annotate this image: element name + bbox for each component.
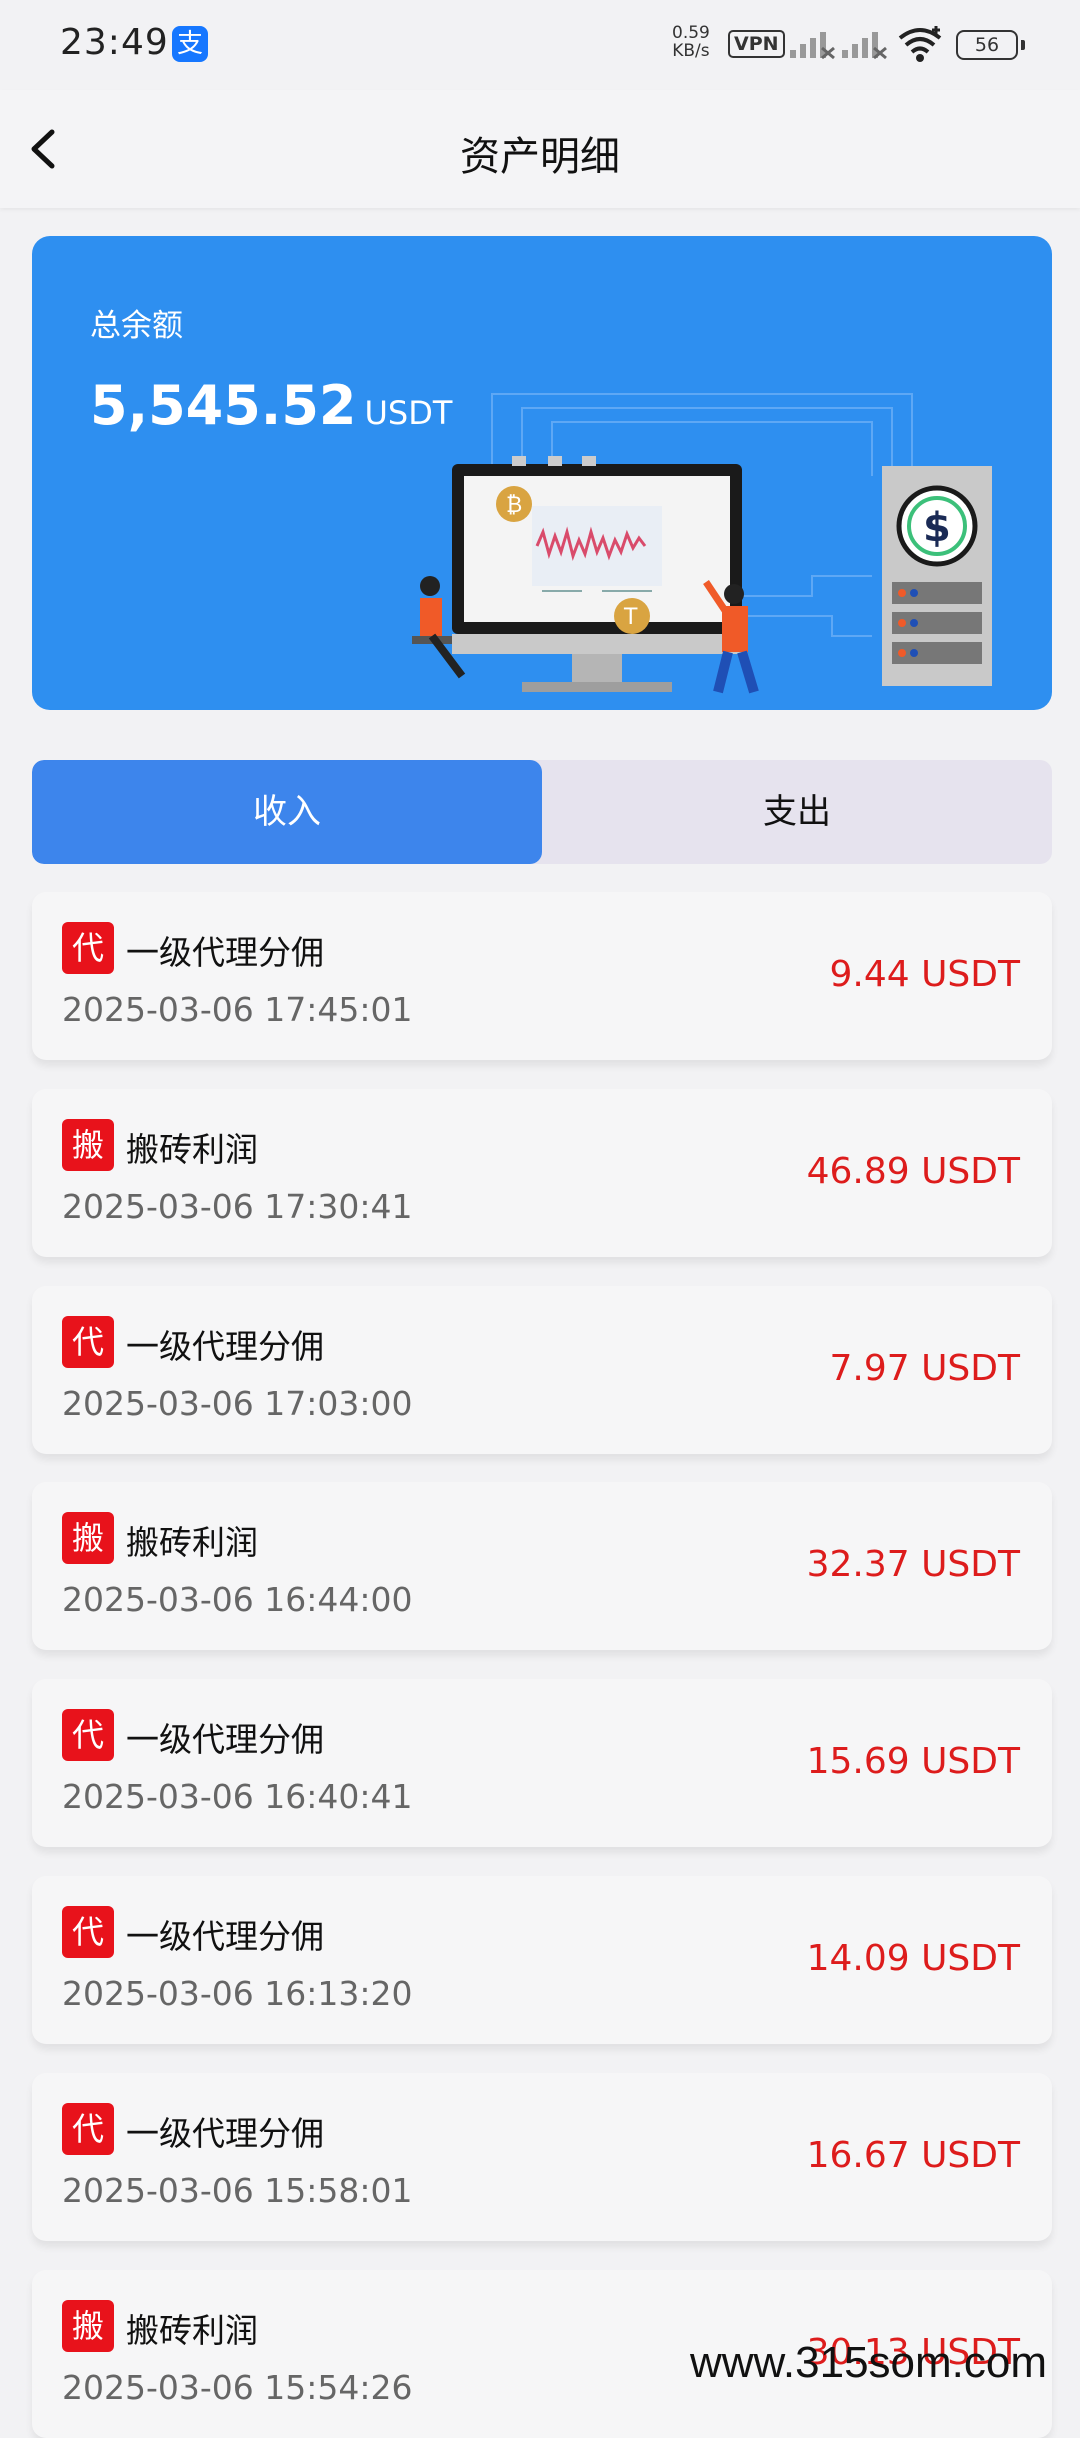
income-expense-tabs: 收入 支出	[32, 760, 1052, 864]
type-badge: 搬	[62, 1119, 114, 1171]
page-title: 资产明细	[460, 134, 620, 180]
transaction-title: 一级代理分佣	[126, 933, 324, 972]
transaction-title: 一级代理分佣	[126, 2114, 324, 2153]
status-time: 23:49	[60, 22, 169, 63]
wifi-icon	[898, 26, 942, 62]
transaction-time: 2025-03-06 17:30:41	[62, 1187, 413, 1226]
balance-amount: 5,545.52	[90, 374, 357, 437]
transaction-time: 2025-03-06 16:44:00	[62, 1580, 413, 1619]
type-badge: 搬	[62, 2300, 114, 2352]
transaction-amount: 9.44 USDT	[829, 954, 1020, 995]
transaction-title: 搬砖利润	[126, 2311, 258, 2350]
list-item[interactable]: 搬 搬砖利润 2025-03-06 17:30:41 46.89 USDT	[32, 1089, 1052, 1257]
transaction-amount: 46.89 USDT	[806, 1151, 1020, 1192]
status-bar: 23:49 支 0.59 KB/s VPN 56	[0, 0, 1080, 90]
balance-label: 总余额	[90, 308, 183, 344]
transaction-title: 一级代理分佣	[126, 1917, 324, 1956]
transaction-amount: 16.67 USDT	[806, 2135, 1020, 2176]
type-badge: 代	[62, 1316, 114, 1368]
svg-text:$: $	[923, 505, 951, 551]
type-badge: 搬	[62, 1512, 114, 1564]
watermark: www.315som.com	[690, 2338, 1048, 2387]
network-speed-value: 0.59	[672, 23, 710, 43]
transaction-amount: 32.37 USDT	[806, 1544, 1020, 1585]
transaction-time: 2025-03-06 15:58:01	[62, 2171, 413, 2210]
list-item[interactable]: 代 一级代理分佣 2025-03-06 17:03:00 7.97 USDT	[32, 1286, 1052, 1454]
balance-value: 5,545.52 USDT	[90, 374, 452, 437]
tab-expense[interactable]: 支出	[542, 760, 1052, 864]
type-badge: 代	[62, 1906, 114, 1958]
list-item[interactable]: 代 一级代理分佣 2025-03-06 16:13:20 14.09 USDT	[32, 1876, 1052, 2044]
transaction-time: 2025-03-06 17:03:00	[62, 1384, 413, 1423]
vpn-icon: VPN	[728, 30, 785, 58]
transaction-amount: 7.97 USDT	[829, 1348, 1020, 1389]
transaction-title: 搬砖利润	[126, 1523, 258, 1562]
transaction-title: 一级代理分佣	[126, 1720, 324, 1759]
transaction-time: 2025-03-06 17:45:01	[62, 990, 413, 1029]
alipay-icon: 支	[172, 26, 208, 62]
balance-card: 总余额 5,545.52 USDT ₿ T $	[32, 236, 1052, 710]
list-item[interactable]: 搬 搬砖利润 2025-03-06 16:44:00 32.37 USDT	[32, 1482, 1052, 1650]
transaction-time: 2025-03-06 16:13:20	[62, 1974, 413, 2013]
crypto-illustration: ₿ T $	[412, 393, 992, 694]
transaction-time: 2025-03-06 16:40:41	[62, 1777, 413, 1816]
list-item[interactable]: 代 一级代理分佣 2025-03-06 15:58:01 16.67 USDT	[32, 2073, 1052, 2241]
svg-text:₿: ₿	[506, 493, 522, 518]
page-header: 资产明细	[0, 90, 1080, 208]
signal-icon	[790, 32, 835, 60]
svg-text:T: T	[623, 605, 638, 630]
battery-icon: 56	[956, 30, 1025, 60]
tab-income[interactable]: 收入	[32, 760, 542, 864]
list-item[interactable]: 代 一级代理分佣 2025-03-06 16:40:41 15.69 USDT	[32, 1679, 1052, 1847]
transaction-amount: 14.09 USDT	[806, 1938, 1020, 1979]
type-badge: 代	[62, 922, 114, 974]
transaction-title: 一级代理分佣	[126, 1327, 324, 1366]
type-badge: 代	[62, 2103, 114, 2155]
network-speed: 0.59 KB/s	[672, 24, 710, 60]
transaction-time: 2025-03-06 15:54:26	[62, 2368, 413, 2407]
network-speed-unit: KB/s	[672, 41, 710, 61]
transaction-amount: 15.69 USDT	[806, 1741, 1020, 1782]
type-badge: 代	[62, 1709, 114, 1761]
list-item[interactable]: 代 一级代理分佣 2025-03-06 17:45:01 9.44 USDT	[32, 892, 1052, 1060]
transaction-title: 搬砖利润	[126, 1130, 258, 1169]
signal-icon	[842, 32, 887, 60]
